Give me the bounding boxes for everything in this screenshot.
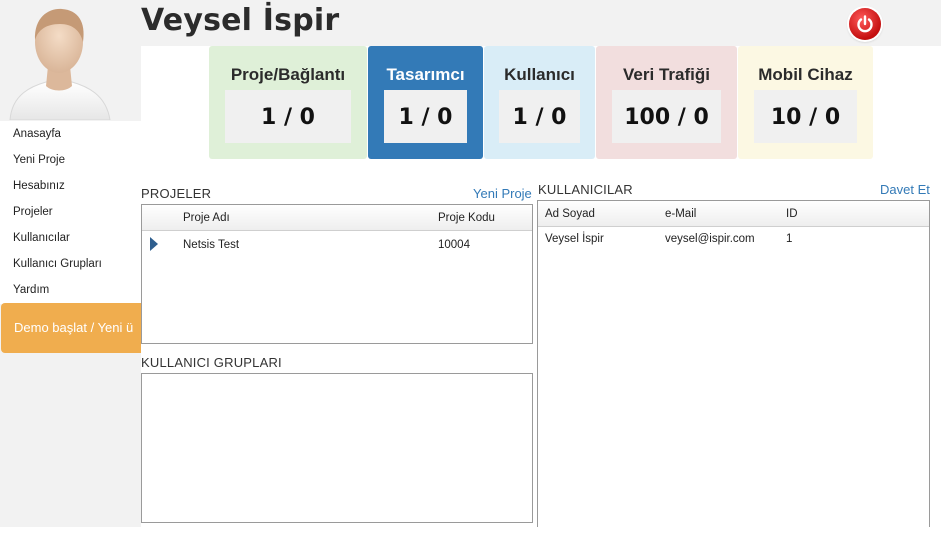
users-title: KULLANICILAR: [538, 182, 633, 197]
user-groups-title: KULLANICI GRUPLARI: [141, 355, 282, 370]
projects-title: PROJELER: [141, 186, 212, 201]
column-header-proje-kodu[interactable]: Proje Kodu: [438, 212, 495, 224]
project-code-cell[interactable]: 10004: [438, 239, 470, 251]
stat-value-tasarimci: 1 / 0: [384, 90, 467, 143]
new-project-link[interactable]: Yeni Proje: [473, 186, 532, 201]
users-table: Ad Soyad e-Mail ID Veysel İspir veysel@i…: [537, 200, 930, 528]
stat-label-veri: Veri Trafiği: [623, 65, 710, 84]
column-header-proje-adi[interactable]: Proje Adı: [183, 212, 230, 224]
stat-card-mobil: Mobil Cihaz 10 / 0: [738, 46, 873, 159]
column-header-id[interactable]: ID: [786, 208, 798, 220]
stat-card-veri: Veri Trafiği 100 / 0: [596, 46, 737, 159]
sidebar-item-yardim[interactable]: Yardım: [0, 277, 141, 303]
user-avatar-icon: [6, 2, 112, 121]
stat-label-proje: Proje/Bağlantı: [230, 65, 346, 84]
stat-card-tasarimci: Tasarımcı 1 / 0: [368, 46, 483, 159]
project-name-cell[interactable]: Netsis Test: [183, 239, 239, 251]
stat-value-proje: 1 / 0: [225, 90, 351, 143]
stat-value-mobil: 10 / 0: [754, 90, 857, 143]
stat-card-kullanici: Kullanıcı 1 / 0: [484, 46, 595, 159]
dashboard-page: Anasayfa Yeni Proje Hesabınız Projeler K…: [0, 0, 941, 544]
stat-card-proje: Proje/Bağlantı 1 / 0: [209, 46, 367, 159]
sidebar-item-projeler[interactable]: Projeler: [0, 199, 141, 225]
sidebar-item-hesabiniz[interactable]: Hesabınız: [0, 173, 141, 199]
stat-label-kullanici: Kullanıcı: [504, 65, 575, 84]
user-groups-table: [141, 373, 533, 523]
sidebar: Anasayfa Yeni Proje Hesabınız Projeler K…: [0, 0, 141, 527]
demo-start-button[interactable]: Demo başlat / Yeni ü: [1, 303, 141, 353]
projects-table: Proje Adı Proje Kodu Netsis Test 10004: [141, 204, 533, 344]
sidebar-item-anasayfa[interactable]: Anasayfa: [0, 121, 141, 147]
row-selector-icon: [150, 237, 158, 251]
user-id-cell[interactable]: 1: [786, 233, 792, 245]
page-bottom: [0, 527, 941, 544]
invite-link[interactable]: Davet Et: [880, 182, 930, 197]
user-name-cell[interactable]: Veysel İspir: [545, 233, 604, 245]
sidebar-menu: Anasayfa Yeni Proje Hesabınız Projeler K…: [0, 121, 141, 304]
projects-table-header: Proje Adı Proje Kodu: [142, 205, 532, 231]
stat-label-tasarimci: Tasarımcı: [386, 65, 465, 84]
stat-value-veri: 100 / 0: [612, 90, 721, 143]
users-table-header: Ad Soyad e-Mail ID: [538, 201, 929, 227]
column-header-email[interactable]: e-Mail: [665, 208, 696, 220]
column-header-ad-soyad[interactable]: Ad Soyad: [545, 208, 595, 220]
sidebar-item-yeni-proje[interactable]: Yeni Proje: [0, 147, 141, 173]
page-title: Veysel İspir: [141, 3, 340, 38]
sidebar-item-kullanicilar[interactable]: Kullanıcılar: [0, 225, 141, 251]
stat-label-mobil: Mobil Cihaz: [758, 65, 853, 84]
user-email-cell[interactable]: veysel@ispir.com: [665, 233, 755, 245]
power-icon[interactable]: [849, 8, 881, 40]
stat-value-kullanici: 1 / 0: [499, 90, 580, 143]
sidebar-item-kullanici-gruplari[interactable]: Kullanıcı Grupları: [0, 251, 141, 277]
